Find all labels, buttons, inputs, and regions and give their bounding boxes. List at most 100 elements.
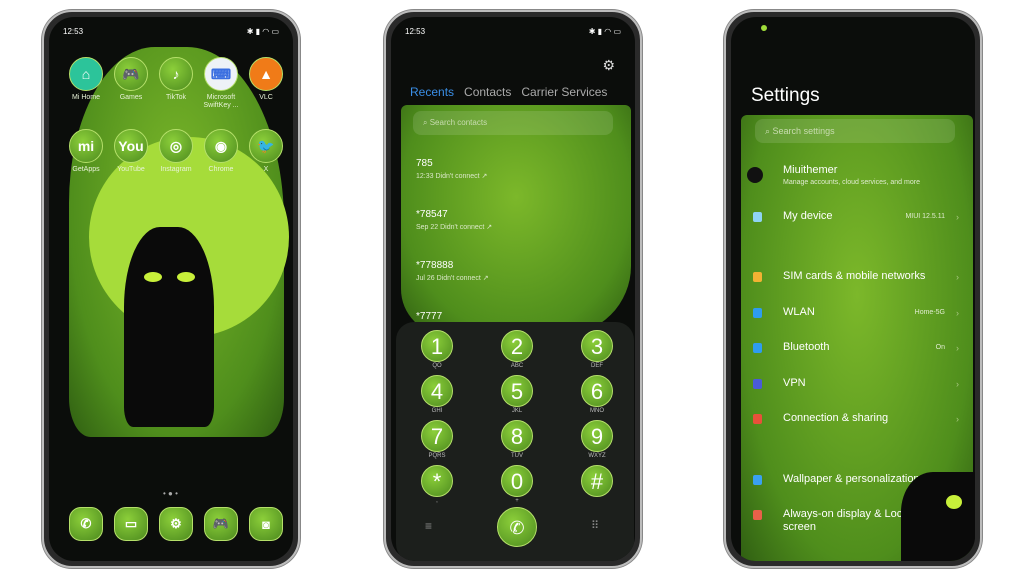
settings-item-icon [753,379,762,389]
app-icon[interactable]: ⌂ [69,57,103,91]
dial-key[interactable]: # [581,465,613,497]
dial-key[interactable]: 8 [501,420,533,452]
dial-key[interactable]: 1 [421,330,453,362]
status-bar: 12:53 ✱ ▮ ◠ ▭ [405,27,621,36]
dial-key[interactable]: 4 [421,375,453,407]
settings-item-icon [753,475,762,485]
settings-account[interactable]: Miuithemer Manage accounts, cloud service… [783,164,920,186]
cat-illustration [901,472,975,561]
app-label: X [263,166,269,173]
menu-icon[interactable]: ≡ [425,519,432,533]
dial-key-letters: GHI [431,408,443,414]
call-number: *7777 [416,311,443,322]
app-icon[interactable]: ▲ [249,57,283,91]
app-icon[interactable]: 🐦 [249,129,283,163]
settings-item-icon [753,343,762,353]
app-icon[interactable]: ♪ [159,57,193,91]
call-detail: Sep 22 Didn't connect ↗ [416,224,493,231]
status-icons: ✱ ▮ ◠ ▭ [246,27,279,36]
search-contacts-input[interactable]: ⌕ Search contacts [413,111,613,135]
settings-item-label: VPN [783,377,806,389]
tab-contacts[interactable]: Contacts [464,85,511,99]
chevron-right-icon: › [956,308,959,318]
search-placeholder: Search settings [772,126,835,136]
status-bar: 12:53 ✱ ▮ ◠ ▭ [63,27,279,36]
call-number: *78547 [416,209,448,220]
tab-carrier-services[interactable]: Carrier Services [521,85,607,99]
status-icons: ✱ ▮ ◠ ▭ [588,27,621,36]
dial-key[interactable]: 5 [501,375,533,407]
app-icon[interactable]: ◎ [159,129,193,163]
call-number: 785 [416,158,433,169]
app-label: VLC [259,94,273,101]
call-detail: 12:33 Didn't connect ↗ [416,173,488,180]
call-log-item[interactable]: *78547 Sep 22 Didn't connect ↗ [416,209,492,231]
dock-games-icon[interactable]: 🎮 [204,507,238,541]
dial-key[interactable]: 7 [421,420,453,452]
settings-item-icon [753,414,762,424]
chevron-right-icon: › [956,343,959,353]
dock-settings-icon[interactable]: ⚙ [159,507,193,541]
call-log-item[interactable]: *778888 Jul 26 Didn't connect ↗ [416,260,489,282]
settings-item-icon [753,272,762,282]
settings-item-icon [753,212,762,222]
phone-settings: Settings ⌕ Search settings Miuithemer Man… [724,10,982,568]
settings-item-value: Home-5G [914,309,945,316]
home-screen: 12:53 ✱ ▮ ◠ ▭ ⌂ Mi Home 🎮 Games ♪ TikTok ⌨ Micro… [49,17,293,561]
account-subtitle: Manage accounts, cloud services, and mor… [783,179,920,186]
settings-item-icon [753,308,762,318]
dial-key-letters: DEF [591,363,603,369]
dial-key-letters: JKL [511,408,523,414]
cat-eye [177,272,195,282]
dial-key[interactable]: 3 [581,330,613,362]
dock-messages-icon[interactable]: ▭ [114,507,148,541]
dial-key-letters: PQRS [428,453,446,459]
dial-key[interactable]: * [421,465,453,497]
search-settings-input[interactable]: ⌕ Search settings [755,119,955,143]
settings-item-label: SIM cards & mobile networks [783,270,926,282]
dial-key[interactable]: 6 [581,375,613,407]
app-icon[interactable]: ⌨ [204,57,238,91]
avatar [747,167,763,183]
tab-recents[interactable]: Recents [410,85,454,99]
dial-key-letters: ABC [510,363,524,369]
dial-key-letters: , [436,498,438,504]
call-number: *778888 [416,260,454,271]
app-icon[interactable]: mi [69,129,103,163]
app-icon[interactable]: ◉ [204,129,238,163]
app-icon[interactable]: You [114,129,148,163]
dialer-screen: 12:53 ✱ ▮ ◠ ▭ ⚙ Recents Contacts Carrier … [391,17,635,561]
gear-icon[interactable]: ⚙ [602,57,615,74]
settings-item-value: On [935,344,945,351]
settings-item-icon [753,510,762,520]
dial-key[interactable]: 2 [501,330,533,362]
dial-key-letters: WXYZ [588,453,606,459]
cat-eye [946,495,962,509]
call-log-item[interactable]: 785 12:33 Didn't connect ↗ [416,158,487,180]
dial-key-letters: + [515,498,519,504]
notification-dot [761,25,767,31]
settings-screen: Settings ⌕ Search settings Miuithemer Man… [731,17,975,561]
settings-item-label: Always-on display & Lock screen [783,508,908,533]
dial-key-letters: QO [432,363,442,369]
page-indicator: • ● • [163,489,178,498]
dock-phone-icon[interactable]: ✆ [69,507,103,541]
phone-dialer: 12:53 ✱ ▮ ◠ ▭ ⚙ Recents Contacts Carrier … [384,10,642,568]
dial-key-letters: MNO [590,408,604,414]
phone-home-screen: 12:53 ✱ ▮ ◠ ▭ ⌂ Mi Home 🎮 Games ♪ TikTok ⌨ Micro… [42,10,300,568]
call-button[interactable]: ✆ [497,507,537,547]
app-icon[interactable]: 🎮 [114,57,148,91]
dialer-tabs: Recents Contacts Carrier Services [410,85,607,99]
dial-key-letters: TUV [511,453,523,459]
settings-item-label: Connection & sharing [783,412,889,424]
keypad-toggle-icon[interactable]: ⠿ [591,519,599,532]
dock-camera-icon[interactable]: ◙ [249,507,283,541]
settings-item-value: MIUI 12.5.11 [905,213,945,220]
dial-key[interactable]: 0 [501,465,533,497]
call-detail: Jul 26 Didn't connect ↗ [416,275,489,282]
dial-key[interactable]: 9 [581,420,613,452]
clock: 12:53 [63,27,84,36]
clock: 12:53 [405,27,426,36]
page-title: Settings [751,85,820,106]
account-name: Miuithemer [783,164,838,176]
